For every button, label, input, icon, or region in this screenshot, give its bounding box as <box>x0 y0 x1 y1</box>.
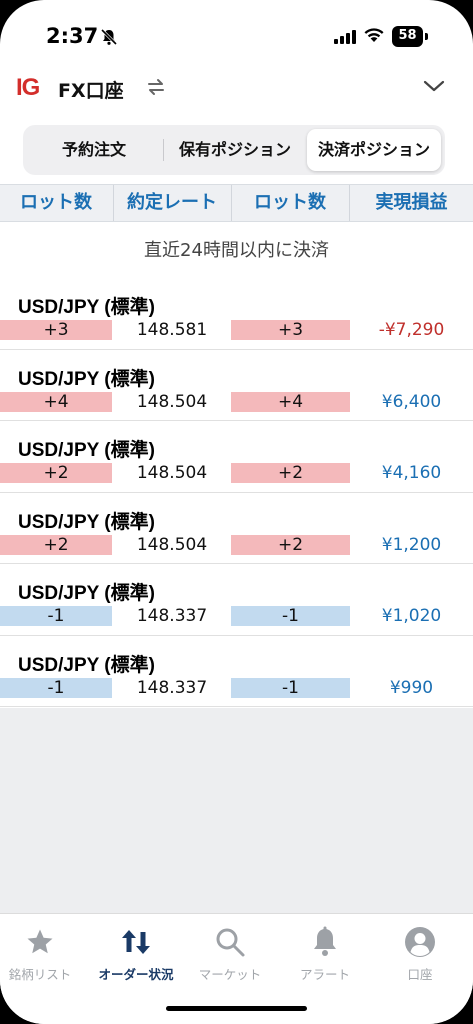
close-lots: -1 <box>231 606 350 626</box>
period-note: 直近24時間以内に決済 <box>144 240 329 261</box>
position-row[interactable]: USD/JPY (標準) +2 148.504 +2 ¥1,200 <box>0 493 473 564</box>
open-lots: +3 <box>0 320 112 340</box>
realized-pnl: ¥4,160 <box>381 463 442 483</box>
open-lots: -1 <box>0 677 112 698</box>
tab-closed-positions[interactable]: 決済ポジション <box>307 129 441 171</box>
open-lots: -1 <box>0 606 112 626</box>
execution-rate: 148.504 <box>136 391 208 412</box>
realized-pnl: ¥1,200 <box>381 534 442 555</box>
switch-account-icon[interactable] <box>145 76 167 102</box>
col-lots-close: ロット数 <box>254 192 326 213</box>
open-lots: +4 <box>0 391 112 412</box>
execution-rate: 148.337 <box>136 606 208 626</box>
tab-account[interactable]: 口座 <box>373 924 467 983</box>
close-lots: +2 <box>231 534 350 555</box>
bell-icon <box>278 924 372 960</box>
battery-level: 58 <box>398 28 417 43</box>
realized-pnl: ¥990 <box>389 677 434 698</box>
tab-pending-orders[interactable]: 予約注文 <box>27 129 161 171</box>
home-indicator <box>166 1006 307 1011</box>
close-lots: +4 <box>231 391 350 412</box>
execution-rate: 148.504 <box>136 534 208 555</box>
closed-positions-list: USD/JPY (標準) +3 148.581 +3 -¥7,290 USD/JPY (標… <box>0 278 473 707</box>
col-realized-pnl: 実現損益 <box>375 192 448 213</box>
symbol-label: USD/JPY (標準) <box>18 440 155 461</box>
silent-bell-icon <box>100 28 118 50</box>
col-lots-open: ロット数 <box>20 192 92 213</box>
symbol-label: USD/JPY (標準) <box>18 368 155 390</box>
ig-logo: IG <box>16 74 40 101</box>
status-bar: 2:37 58 <box>0 0 473 62</box>
order-arrows-icon <box>89 924 183 960</box>
close-lots: +3 <box>231 320 350 340</box>
position-row[interactable]: USD/JPY (標準) +2 148.504 +2 ¥4,160 <box>0 421 473 493</box>
execution-rate: 148.337 <box>136 677 208 698</box>
open-lots: +2 <box>0 534 112 555</box>
execution-rate: 148.504 <box>136 463 208 483</box>
wifi-icon <box>363 26 385 47</box>
tab-alert[interactable]: アラート <box>278 924 372 983</box>
position-row[interactable]: USD/JPY (標準) -1 148.337 -1 ¥990 <box>0 636 473 707</box>
search-icon <box>183 924 277 960</box>
star-icon <box>0 924 87 960</box>
account-icon <box>373 924 467 960</box>
tab-watchlist[interactable]: 銘柄リスト <box>0 924 87 983</box>
column-header: ロット数 約定レート ロット数 実現損益 <box>0 184 473 222</box>
app-header: IG FX口座 <box>0 62 473 112</box>
execution-rate: 148.581 <box>136 320 208 340</box>
realized-pnl: ¥6,400 <box>381 391 442 412</box>
tab-open-positions[interactable]: 保有ポジション <box>165 129 305 171</box>
symbol-label: USD/JPY (標準) <box>18 297 155 318</box>
phone-screen: 2:37 58 IG FX口座 予約注文 保有ポジション 決済ポジション ロット… <box>0 0 473 1024</box>
tab-market[interactable]: マーケット <box>183 924 277 983</box>
symbol-label: USD/JPY (標準) <box>18 654 155 676</box>
open-lots: +2 <box>0 463 112 483</box>
tab-order-status[interactable]: オーダー状況 <box>89 924 183 983</box>
chevron-down-icon[interactable] <box>422 78 446 98</box>
realized-pnl: ¥1,020 <box>381 606 442 626</box>
cellular-signal-icon <box>334 29 356 48</box>
close-lots: +2 <box>231 463 350 483</box>
account-title[interactable]: FX口座 <box>58 76 124 103</box>
col-execution-rate: 約定レート <box>127 192 217 213</box>
realized-pnl: -¥7,290 <box>378 320 445 340</box>
symbol-label: USD/JPY (標準) <box>18 511 155 533</box>
status-time: 2:37 <box>46 24 99 48</box>
position-row[interactable]: USD/JPY (標準) +3 148.581 +3 -¥7,290 <box>0 278 473 350</box>
empty-area <box>0 708 473 913</box>
close-lots: -1 <box>231 677 350 698</box>
symbol-label: USD/JPY (標準) <box>18 583 155 604</box>
position-row[interactable]: USD/JPY (標準) -1 148.337 -1 ¥1,020 <box>0 564 473 636</box>
battery-icon: 58 <box>392 26 428 47</box>
order-type-segmented-control: 予約注文 保有ポジション 決済ポジション <box>23 125 445 175</box>
position-row[interactable]: USD/JPY (標準) +4 148.504 +4 ¥6,400 <box>0 350 473 421</box>
